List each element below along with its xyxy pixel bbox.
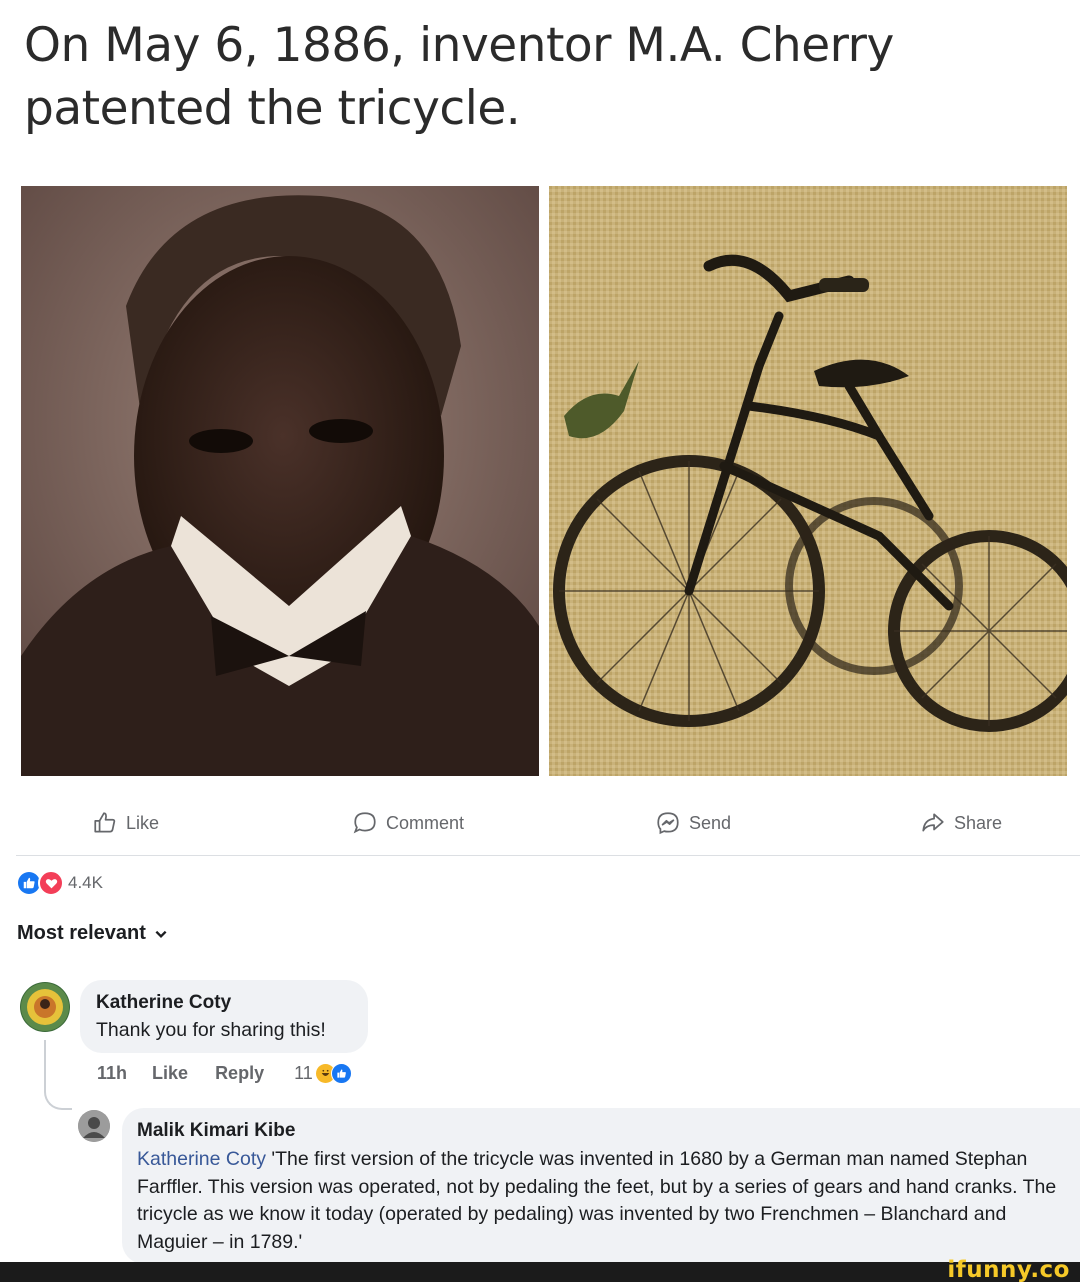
reaction-count: 4.4K (68, 873, 103, 892)
reply-mention-link[interactable]: Katherine Coty (137, 1148, 266, 1170)
reply-text: 'The first version of the tricycle was i… (137, 1148, 1057, 1253)
comment-text: Thank you for sharing this! (96, 1019, 326, 1041)
reply-thread-line (44, 1040, 72, 1110)
share-arrow-icon (922, 813, 944, 832)
like-reaction-icon (18, 872, 40, 894)
action-bar-divider (16, 855, 1080, 856)
chevron-down-icon (155, 930, 167, 938)
comment-reply-link[interactable]: Reply (215, 1063, 264, 1084)
post-headline: On May 6, 1886, inventor M.A. Cherry pat… (24, 18, 894, 136)
post-action-bar: Like Comment Send Share (0, 800, 1080, 850)
share-label: Share (954, 812, 1003, 833)
thumbs-up-icon (94, 812, 116, 833)
comment-author[interactable]: Katherine Coty (96, 992, 231, 1014)
comment-button[interactable]: Comment (352, 810, 464, 836)
tricycle-illustration[interactable] (549, 186, 1067, 776)
share-button[interactable]: Share (920, 810, 1002, 836)
portrait-photo[interactable] (21, 186, 539, 776)
love-reaction-icon (38, 870, 64, 896)
like-reaction-icon (330, 1063, 352, 1084)
comment-like-link[interactable]: Like (152, 1063, 188, 1084)
send-label: Send (689, 812, 732, 833)
sort-label: Most relevant (17, 922, 146, 944)
comment-meta: 11h Like Reply 11 (97, 1063, 352, 1084)
avatar[interactable] (78, 1110, 110, 1142)
comment-label: Comment (386, 812, 465, 833)
comment-bubble: Katherine Coty Thank you for sharing thi… (80, 980, 368, 1053)
send-button[interactable]: Send (655, 810, 731, 836)
like-button[interactable]: Like (92, 810, 159, 836)
reply-text-block: Katherine Coty 'The first version of the… (137, 1146, 1057, 1256)
avatar[interactable] (20, 982, 70, 1032)
comment-reaction-count[interactable]: 11 (294, 1063, 313, 1084)
watermark-bar (0, 1262, 1080, 1282)
like-label: Like (126, 812, 160, 833)
comment-time[interactable]: 11h (97, 1063, 127, 1084)
comment-sort-dropdown[interactable]: Most relevant (17, 922, 168, 945)
messenger-icon (657, 812, 679, 835)
ifunny-watermark: ifunny.co (947, 1257, 1070, 1283)
reply-bubble: Malik Kimari Kibe Katherine Coty 'The fi… (122, 1108, 1080, 1264)
reply-author[interactable]: Malik Kimari Kibe (137, 1120, 295, 1142)
comment-bubble-icon (353, 812, 376, 834)
reaction-summary[interactable]: 4.4K (18, 870, 103, 896)
